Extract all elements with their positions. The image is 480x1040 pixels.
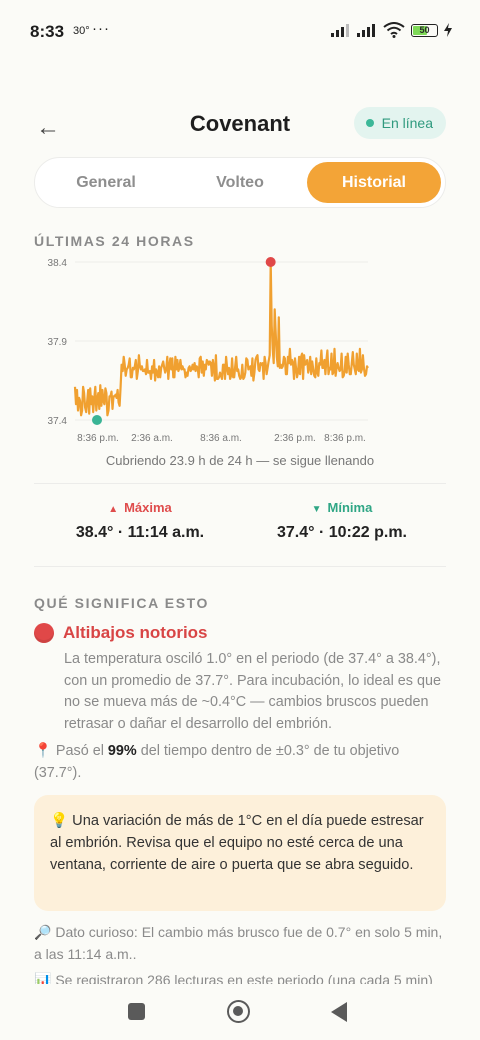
signal-icon [331, 24, 349, 37]
home-button[interactable] [227, 1000, 250, 1023]
y-tick-label: 37.9 [48, 337, 68, 348]
section-last-24h: ÚLTIMAS 24 HORAS [34, 233, 195, 249]
magnifier-icon: 🔎 [34, 924, 52, 940]
x-tick-label: 8:36 a.m. [200, 433, 242, 444]
lightbulb-icon: 💡 [50, 813, 69, 829]
status-time: 8:33 [30, 22, 65, 41]
curious-text: Dato curioso: El cambio más brusco fue d… [34, 924, 443, 962]
y-tick-label: 38.4 [48, 258, 68, 269]
system-nav-bar [0, 984, 480, 1040]
tip-text: Una variación de más de 1°C en el día pu… [50, 813, 424, 873]
status-bar: 8:33 30° ··· 50 [0, 0, 480, 62]
triangle-up-icon: ▲ [108, 504, 119, 515]
online-status-badge: En línea [353, 107, 446, 139]
meaning-body: La temperatura osciló 1.0° en el periodo… [64, 651, 441, 732]
temperature-series-line [73, 260, 369, 417]
status-right: 50 [331, 22, 452, 38]
max-stat: ▲ Máxima 38.4° · 11:14 a.m. [40, 500, 240, 542]
min-stat: ▼ Mínima 37.4° · 10:22 p.m. [242, 500, 442, 542]
online-status-label: En línea [381, 115, 433, 131]
divider [34, 483, 446, 484]
wifi-icon [383, 22, 405, 38]
online-dot-icon [365, 119, 374, 127]
meaning-title: Altibajos notorios [63, 623, 208, 642]
max-marker [265, 257, 276, 267]
tab-volteo[interactable]: Volteo [173, 162, 307, 203]
chart-caption: Cubriendo 23.9 h de 24 h — se sigue llen… [105, 453, 375, 468]
target-time-note: 📍 Pasó el 99% del tiempo dentro de ±0.3° … [34, 741, 446, 784]
pushpin-icon: 📍 [34, 743, 52, 759]
tab-bar: General Volteo Historial [34, 157, 446, 208]
x-tick-label: 8:36 p.m. [77, 433, 119, 444]
records-text: Se registraron 286 lecturas en este peri… [55, 972, 433, 984]
records-note: 📊 Se registraron 286 lecturas en este pe… [34, 972, 446, 984]
meaning-headline: Altibajos notorios [34, 623, 208, 643]
y-tick-label: 37.4 [48, 416, 68, 427]
x-tick-label: 8:36 p.m. [324, 433, 366, 444]
recents-button[interactable] [128, 1003, 145, 1020]
max-value: 38.4° · 11:14 a.m. [75, 524, 205, 541]
header: ← Covenant En línea [0, 100, 480, 150]
x-tick-label: 2:36 p.m. [274, 433, 316, 444]
min-value: 37.4° · 10:22 p.m. [276, 524, 407, 541]
battery-icon: 50 [411, 23, 438, 37]
triangle-down-icon: ▼ [311, 504, 322, 515]
status-temperature: 30° [73, 25, 90, 37]
status-more-icon: ··· [92, 20, 110, 37]
bar-chart-icon: 📊 [34, 972, 52, 984]
charging-icon [444, 23, 452, 37]
battery-level: 50 [419, 25, 430, 35]
system-back-button[interactable] [331, 1002, 347, 1022]
target-prefix: Pasó el [55, 743, 104, 759]
signal-icon-2 [357, 24, 375, 37]
min-label: Mínima [327, 500, 373, 515]
curious-fact: 🔎 Dato curioso: El cambio más brusco fue… [34, 922, 446, 965]
min-marker [92, 415, 102, 425]
x-tick-label: 2:36 a.m. [131, 433, 173, 444]
max-label: Máxima [124, 500, 172, 515]
tip-card: 💡 Una variación de más de 1°C en el día p… [34, 795, 446, 911]
target-percent: 99% [107, 743, 137, 759]
tab-historial[interactable]: Historial [307, 162, 441, 203]
red-circle-icon [34, 623, 54, 643]
tab-general[interactable]: General [39, 162, 173, 203]
divider [34, 566, 446, 567]
temperature-chart: 38.4 37.9 37.4 8:36 p.m. 2:36 a.m. 8:36 a.m. 2… [48, 257, 369, 444]
section-meaning: QUÉ SIGNIFICA ESTO [34, 595, 210, 611]
